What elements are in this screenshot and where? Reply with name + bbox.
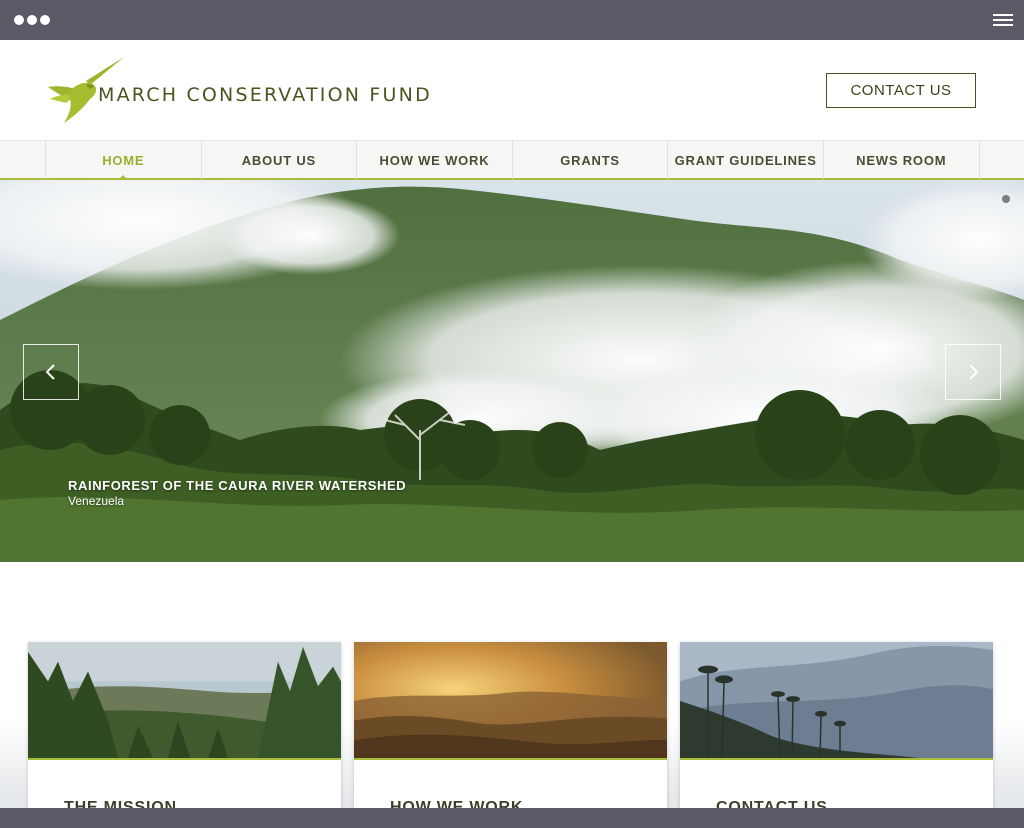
prev-slide-button[interactable] (23, 344, 79, 400)
card-how-we-work[interactable]: HOW WE WORK (354, 642, 667, 808)
browser-bottom-bar (0, 808, 1024, 828)
caption-subtitle: Venezuela (68, 494, 125, 508)
logo-text: MARCH CONSERVATION FUND (98, 84, 432, 106)
card-image-forest (28, 642, 341, 760)
card-image-palms (680, 642, 993, 760)
contact-us-button[interactable]: CONTACT US (826, 73, 976, 108)
main-nav: HOME ABOUT US HOW WE WORK GRANTS GRANT G… (0, 140, 1024, 180)
chevron-left-icon (45, 364, 55, 380)
card-title: THE MISSION (64, 799, 177, 808)
site-logo[interactable]: MARCH CONSERVATION FUND (46, 55, 432, 127)
card-title: CONTACT US (716, 799, 828, 808)
hamburger-icon[interactable] (993, 14, 1013, 26)
nav-item-home[interactable]: HOME (46, 141, 202, 180)
slide-indicator-dot[interactable] (1002, 195, 1010, 203)
hero-slider: RAINFOREST OF THE CAURA RIVER WATERSHED … (0, 180, 1024, 562)
site-header: MARCH CONSERVATION FUND CONTACT US (0, 40, 1024, 140)
card-contact-us[interactable]: CONTACT US (680, 642, 993, 808)
card-image-sunset (354, 642, 667, 760)
slide-caption: RAINFOREST OF THE CAURA RIVER WATERSHED … (68, 478, 406, 508)
browser-top-bar (0, 0, 1024, 40)
card-mission[interactable]: THE MISSION (28, 642, 341, 808)
nav-item-grants[interactable]: GRANTS (513, 141, 669, 179)
nav-item-grant-guidelines[interactable]: GRANT GUIDELINES (668, 141, 824, 179)
caption-title: RAINFOREST OF THE CAURA RIVER WATERSHED (68, 478, 407, 493)
chevron-right-icon (969, 364, 979, 380)
nav-item-about-us[interactable]: ABOUT US (202, 141, 358, 179)
window-dots-icon (14, 15, 50, 25)
nav-item-news-room[interactable]: NEWS ROOM (824, 141, 980, 179)
card-title: HOW WE WORK (390, 799, 524, 808)
nav-item-how-we-work[interactable]: HOW WE WORK (357, 141, 513, 179)
next-slide-button[interactable] (945, 344, 1001, 400)
